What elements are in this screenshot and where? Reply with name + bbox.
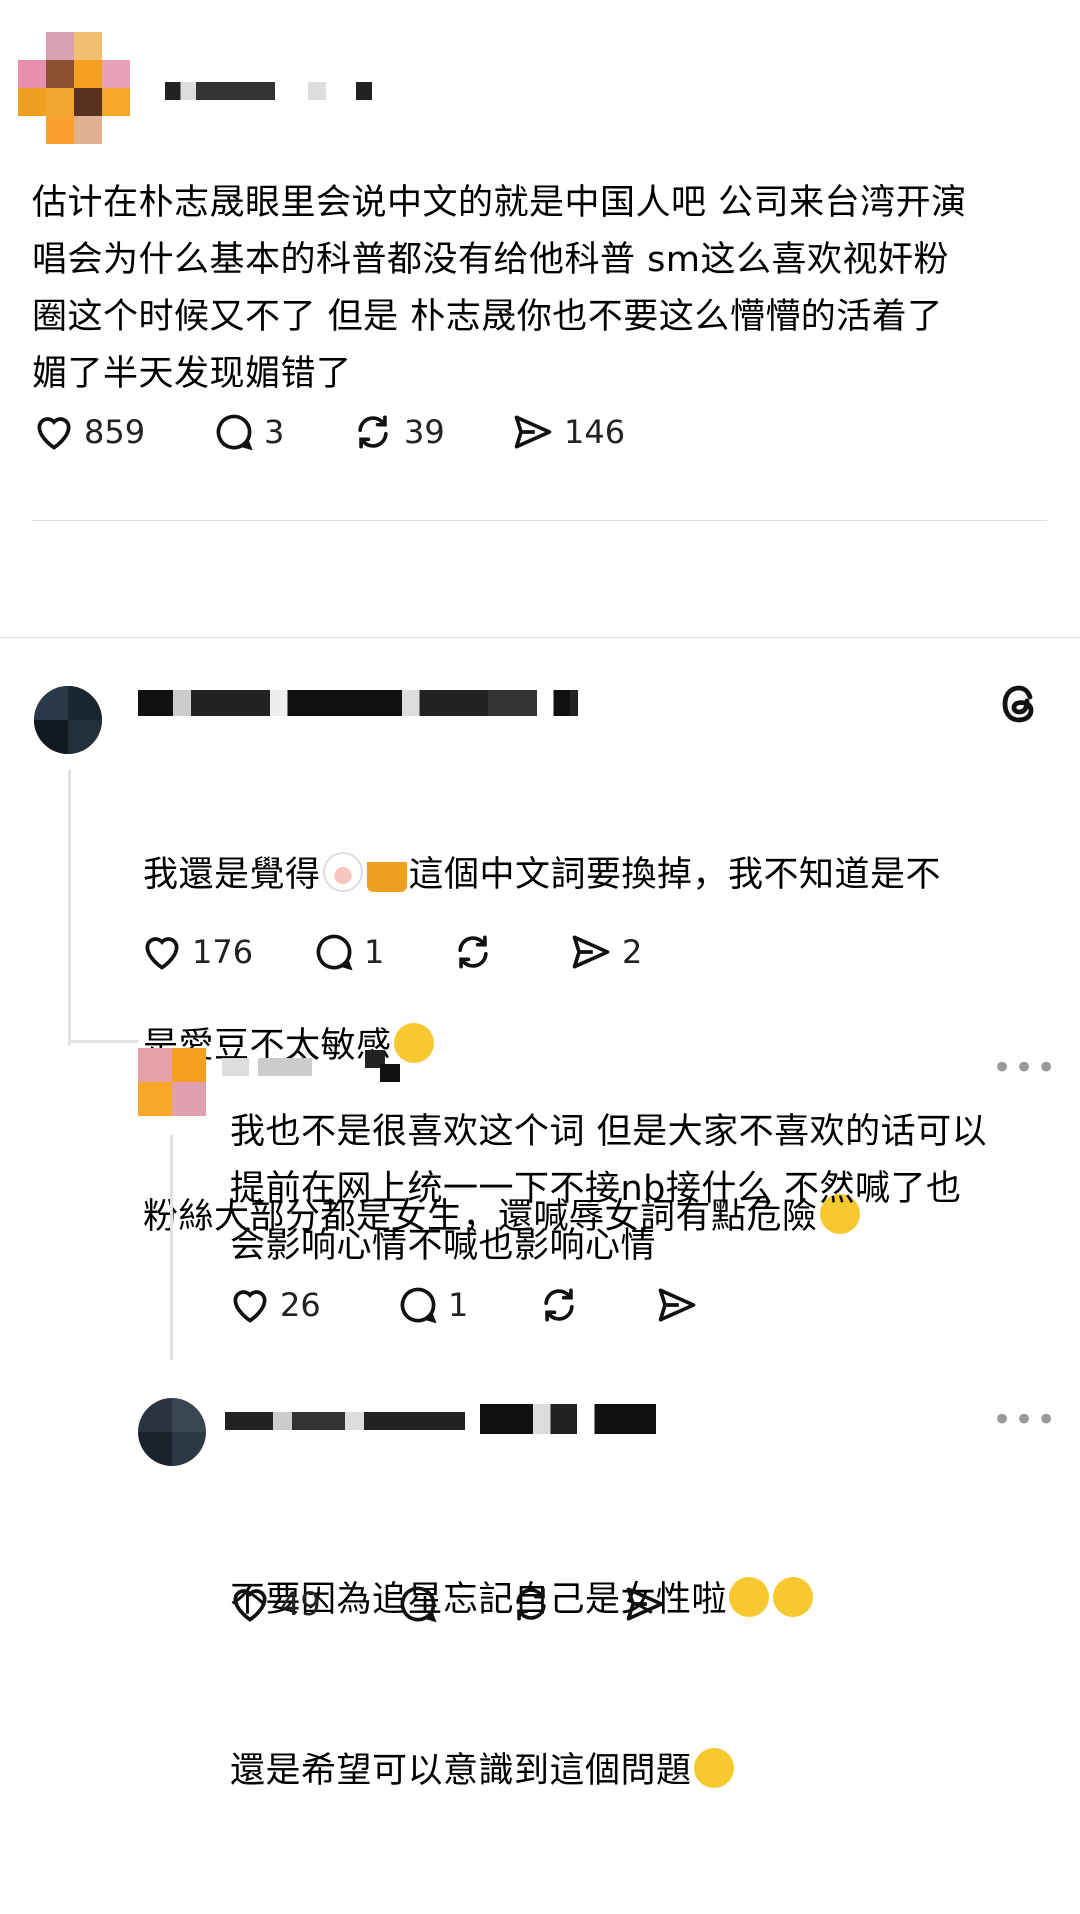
comment-button[interactable]: 1	[312, 930, 450, 974]
like-count: 26	[280, 1286, 321, 1324]
comment-count: 3	[264, 413, 285, 451]
comment-count: 1	[364, 933, 385, 971]
thread-line	[68, 1040, 138, 1043]
like-count: 49	[280, 1585, 321, 1623]
repost-count: 39	[404, 413, 445, 451]
like-button[interactable]: 26	[228, 1283, 396, 1327]
reply-text: 不要因為追星忘記自己是女性啦 還是希望可以意識到這個問題	[230, 1458, 1050, 1914]
exhaling-face-emoji-icon	[693, 1748, 734, 1788]
like-button[interactable]: 49	[228, 1582, 396, 1626]
share-button[interactable]: 146	[510, 410, 650, 454]
share-icon	[572, 935, 610, 969]
reply-actions: 49	[228, 1582, 668, 1626]
like-count: 859	[84, 413, 146, 451]
post-actions: 859 3 39 146	[32, 410, 650, 454]
thread-line	[170, 1135, 173, 1360]
share-button[interactable]	[622, 1582, 668, 1626]
comment-icon	[216, 414, 253, 451]
avatar[interactable]	[34, 686, 102, 754]
more-button[interactable]: •••	[992, 1400, 1058, 1440]
share-count: 146	[564, 413, 626, 451]
original-post: 估计在朴志晟眼里会说中文的就是中国人吧 公司来台湾开演 唱会为什么基本的科普都没…	[0, 0, 1080, 640]
more-button[interactable]: •••	[992, 1048, 1058, 1088]
share-count: 2	[622, 933, 643, 971]
cow-face-emoji-icon	[322, 852, 363, 892]
avatar[interactable]	[138, 1398, 206, 1466]
avatar[interactable]	[18, 32, 130, 144]
comment-icon	[400, 1287, 437, 1324]
like-count: 176	[192, 933, 254, 971]
repost-icon	[516, 1587, 546, 1621]
crying-face-emoji-icon	[393, 1023, 434, 1063]
repost-button[interactable]	[450, 930, 568, 974]
heart-icon	[145, 937, 179, 970]
share-icon	[626, 1587, 664, 1621]
repost-button[interactable]: 39	[350, 410, 510, 454]
reply-actions: 26 1	[228, 1283, 700, 1327]
confounded-face-emoji-icon	[729, 1577, 770, 1617]
share-button[interactable]: 2	[568, 930, 688, 974]
beer-mug-emoji-icon	[366, 852, 407, 892]
share-button[interactable]	[654, 1283, 700, 1327]
repost-icon	[544, 1288, 574, 1322]
comment-icon	[400, 1586, 437, 1623]
threads-logo-icon[interactable]	[995, 680, 1043, 728]
comment-icon	[316, 934, 353, 971]
share-icon	[514, 415, 552, 449]
heart-icon	[37, 417, 71, 450]
repost-icon	[358, 415, 388, 449]
divider	[32, 520, 1047, 521]
like-button[interactable]: 176	[140, 930, 312, 974]
section-divider	[0, 637, 1080, 638]
repost-icon	[458, 935, 488, 969]
post-text: 估计在朴志晟眼里会说中文的就是中国人吧 公司来台湾开演 唱会为什么基本的科普都没…	[32, 183, 967, 394]
share-icon	[658, 1288, 696, 1322]
comment-count: 1	[448, 1286, 469, 1324]
comment-button[interactable]: 3	[212, 410, 350, 454]
like-button[interactable]: 859	[32, 410, 212, 454]
heart-icon	[233, 1589, 267, 1622]
reply-actions: 176 1 2	[140, 930, 688, 974]
repost-button[interactable]	[508, 1582, 622, 1626]
comment-button[interactable]	[396, 1582, 508, 1626]
reply-text: 我也不是很喜欢这个词 但是大家不喜欢的话可以 提前在网上统一一下不接nb接什么 …	[230, 1112, 988, 1266]
comment-button[interactable]: 1	[396, 1283, 536, 1327]
repost-button[interactable]	[536, 1283, 654, 1327]
thread-line	[68, 770, 71, 1045]
heart-icon	[233, 1290, 267, 1323]
crying-face-emoji-icon	[773, 1577, 814, 1617]
avatar[interactable]	[138, 1048, 206, 1116]
